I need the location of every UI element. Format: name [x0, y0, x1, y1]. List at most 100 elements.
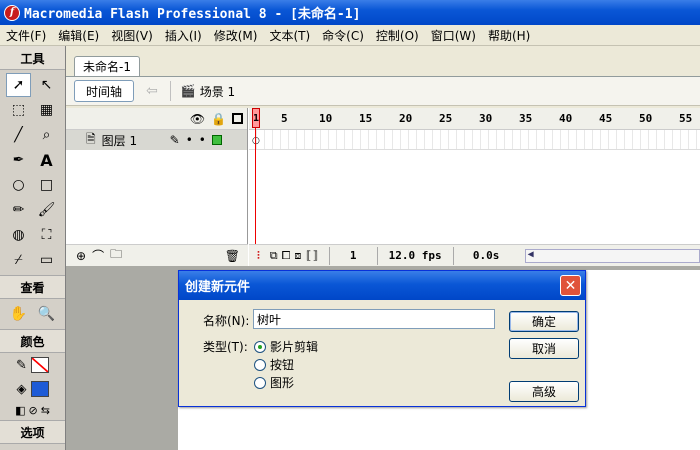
ruler-number: 10 — [319, 112, 333, 125]
ok-button[interactable]: 确定 — [509, 311, 579, 332]
layer-visible-dot-icon[interactable]: • — [186, 133, 193, 147]
timeline-hscrollbar[interactable]: ◀ — [524, 248, 700, 263]
ink-bottle-icon[interactable]: ◍ — [6, 223, 31, 247]
eraser-icon[interactable]: ▭ — [34, 248, 59, 272]
current-frame-readout: 1 — [328, 246, 377, 265]
menu-control[interactable]: 控制(O) — [370, 27, 425, 44]
line-icon[interactable]: ╱ — [6, 123, 31, 147]
menu-insert[interactable]: 插入(I) — [159, 27, 208, 44]
radio-unselected-icon — [254, 358, 266, 371]
oval-icon[interactable]: ○ — [6, 173, 31, 197]
outline-icon[interactable] — [232, 113, 243, 124]
stroke-color-row: ✎ — [0, 353, 65, 377]
flash-app-icon: f — [4, 4, 20, 21]
menu-help[interactable]: 帮助(H) — [482, 27, 536, 44]
text-icon[interactable]: A — [34, 148, 59, 172]
window-title: Macromedia Flash Professional 8 - [未命名-1… — [24, 7, 361, 22]
create-symbol-dialog: 创建新元件 ✕ 名称(N): 树叶 类型(T): 影片剪辑 按钮 图形 确定 取… — [178, 270, 586, 407]
layer-row[interactable]: 🗎 图层 1 ✎ • • — [66, 130, 247, 150]
delete-layer-icon[interactable]: 🗑 — [225, 249, 240, 263]
frame-ruler[interactable]: 1 5 10 15 20 25 30 35 40 45 50 55 — [249, 108, 700, 130]
scene-breadcrumb[interactable]: 🎬 场景 1 — [181, 83, 235, 100]
ruler-number: 15 — [359, 112, 373, 125]
layer-lock-dot-icon[interactable]: • — [199, 133, 206, 147]
menu-commands[interactable]: 命令(C) — [316, 27, 370, 44]
stroke-color-swatch[interactable] — [30, 357, 49, 373]
eye-icon[interactable]: 👁 — [190, 112, 205, 126]
dialog-title-bar: 创建新元件 ✕ — [179, 271, 585, 300]
frames-pane: 1 5 10 15 20 25 30 35 40 45 50 55 ○ 1 — [249, 108, 700, 266]
menu-window[interactable]: 窗口(W) — [425, 27, 482, 44]
type-option-graphic[interactable]: 图形 — [254, 374, 294, 391]
brush-icon[interactable]: 🖌 — [34, 198, 59, 222]
rectangle-icon[interactable]: □ — [34, 173, 59, 197]
advanced-button[interactable]: 高级 — [509, 381, 579, 402]
tools-header: 工具 — [0, 46, 65, 70]
tool-grid: ➚ ↖ ⬚ ▦ ╱ ⌕ ✒ A ○ □ ✏ 🖌 ◍ ⛶ ⌿ ▭ — [0, 70, 65, 275]
symbol-name-input[interactable]: 树叶 — [253, 309, 495, 329]
radio-selected-icon — [254, 340, 266, 353]
edit-multiple-frames-icon[interactable]: ⧈ — [294, 249, 301, 263]
scene-label: 场景 1 — [199, 84, 236, 99]
eyedropper-icon[interactable]: ⌿ — [6, 248, 31, 272]
timeline-button[interactable]: 时间轴 — [74, 80, 134, 102]
lasso-icon[interactable]: ⌕ — [34, 123, 59, 147]
playhead[interactable]: 1 — [252, 108, 260, 244]
type-option-label: 按钮 — [270, 358, 295, 372]
paint-bucket-icon[interactable]: ⛶ — [34, 223, 59, 247]
selection-arrow-icon[interactable]: ➚ — [6, 73, 31, 97]
menu-view[interactable]: 视图(V) — [105, 27, 159, 44]
tools-panel: 工具 ➚ ↖ ⬚ ▦ ╱ ⌕ ✒ A ○ □ ✏ 🖌 ◍ ⛶ ⌿ ▭ 查看 ✋ … — [0, 46, 66, 450]
fill-color-swatch[interactable] — [30, 381, 49, 397]
free-transform-icon[interactable]: ⬚ — [6, 98, 31, 122]
modify-onion-markers-icon[interactable]: ⟦⟧ — [305, 249, 318, 262]
no-color-icon[interactable]: ⊘ — [28, 404, 37, 417]
color-options-row: ◧ ⊘ ⇆ — [0, 401, 65, 420]
timeline-status-bar: ⫶ ⧉ ⧠ ⧈ ⟦⟧ 1 12.0 fps 0.0s ◀ — [249, 244, 700, 266]
type-option-movieclip[interactable]: 影片剪辑 — [254, 338, 318, 355]
menu-text[interactable]: 文本(T) — [263, 27, 316, 44]
colors-header: 颜色 — [0, 329, 65, 353]
subselection-arrow-icon[interactable]: ↖ — [34, 73, 59, 97]
close-icon[interactable]: ✕ — [560, 275, 581, 296]
playhead-line — [255, 128, 256, 244]
timeline-panel: 👁 🔒 🗎 图层 1 ✎ • • ⊕ ⌒ 🗀 🗑 1 5 — [66, 108, 700, 266]
zoom-icon[interactable]: 🔍 — [34, 302, 59, 326]
ruler-number: 50 — [639, 112, 653, 125]
swap-colors-icon[interactable]: ⇆ — [41, 404, 50, 417]
document-area: 未命名-1 时间轴 ⇦ 🎬 场景 1 👁 🔒 🗎 图层 1 ✎ • • ⊕ ⌒ … — [66, 46, 700, 266]
add-guide-layer-icon[interactable]: ⌒ — [92, 247, 104, 264]
pencil-icon[interactable]: ✏ — [6, 198, 31, 222]
menu-bar: 文件(F) 编辑(E) 视图(V) 插入(I) 修改(M) 文本(T) 命令(C… — [0, 25, 700, 46]
layer-outline-color-icon[interactable] — [211, 135, 222, 145]
elapsed-time-readout: 0.0s — [452, 246, 519, 265]
center-frame-icon[interactable]: ⫶ — [257, 249, 260, 263]
cancel-button[interactable]: 取消 — [509, 338, 579, 359]
frame-rate-readout: 12.0 fps — [376, 246, 453, 265]
lock-icon[interactable]: 🔒 — [211, 112, 226, 126]
hand-icon[interactable]: ✋ — [6, 302, 31, 326]
onion-skin-icon[interactable]: ⧉ — [270, 249, 278, 263]
gradient-transform-icon[interactable]: ▦ — [34, 98, 59, 122]
menu-modify[interactable]: 修改(M) — [208, 27, 264, 44]
black-white-icon[interactable]: ◧ — [15, 404, 25, 417]
pen-icon[interactable]: ✒ — [6, 148, 31, 172]
menu-edit[interactable]: 编辑(E) — [52, 27, 105, 44]
type-option-button[interactable]: 按钮 — [254, 356, 294, 373]
layer-footer: ⊕ ⌒ 🗀 🗑 — [66, 244, 248, 266]
onion-skin-outlines-icon[interactable]: ⧠ — [282, 249, 291, 263]
insert-layer-icon[interactable]: ⊕ — [76, 249, 86, 263]
playhead-marker: 1 — [252, 108, 260, 128]
scroll-left-arrow-icon[interactable]: ◀ — [528, 249, 534, 260]
ruler-number: 40 — [559, 112, 573, 125]
ruler-number: 25 — [439, 112, 453, 125]
document-tab[interactable]: 未命名-1 — [74, 56, 140, 76]
toolbar-divider — [169, 81, 171, 101]
layer-page-icon: 🗎 — [86, 131, 96, 146]
view-tools: ✋ 🔍 — [0, 299, 65, 329]
frame-row[interactable]: ○ — [249, 130, 700, 150]
back-arrow-icon[interactable]: ⇦ — [146, 83, 158, 99]
insert-folder-icon[interactable]: 🗀 — [110, 245, 122, 266]
dialog-title: 创建新元件 — [185, 280, 251, 295]
menu-file[interactable]: 文件(F) — [0, 27, 52, 44]
